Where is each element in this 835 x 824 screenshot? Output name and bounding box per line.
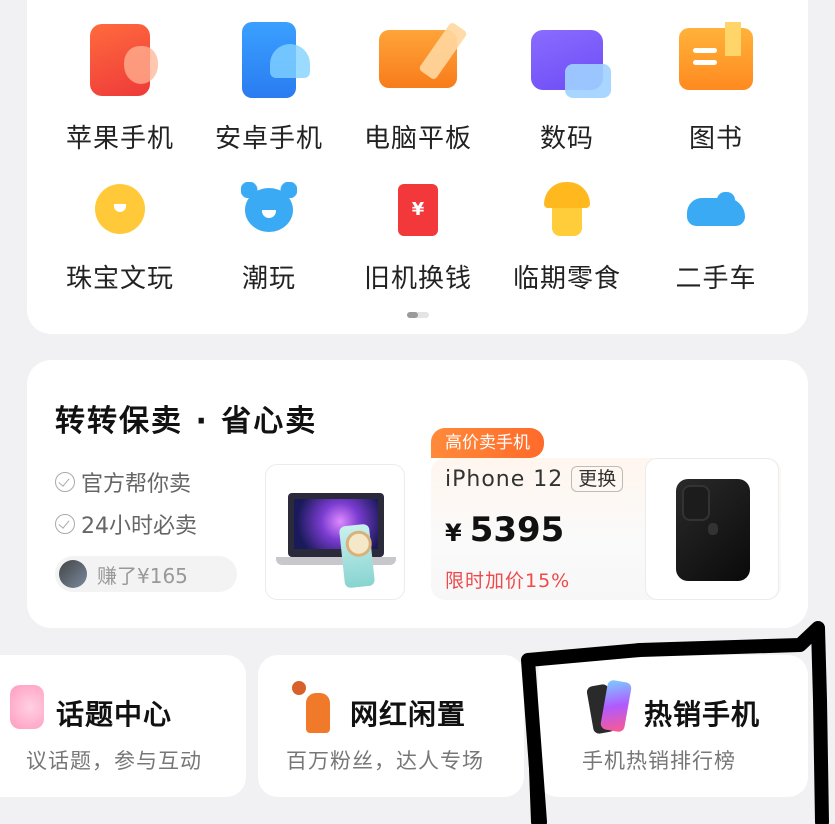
category-laptop-tablet[interactable]: 电脑平板: [343, 24, 493, 154]
tile-hot-phones[interactable]: 热销手机 手机热销排行榜: [538, 655, 808, 797]
android-phone-icon: [242, 22, 310, 98]
category-books[interactable]: 图书: [641, 22, 791, 154]
model-name: iPhone 12: [445, 466, 564, 492]
category-label: 潮玩: [241, 264, 296, 294]
iphone-image: [676, 479, 750, 581]
category-apple-phone[interactable]: 苹果手机: [45, 24, 195, 154]
check-circle-icon: [55, 472, 75, 492]
tile-title: 热销手机: [644, 698, 761, 731]
category-label: 珠宝文玩: [65, 264, 174, 294]
feature-item: 官方帮你卖: [55, 466, 191, 498]
category-label: 数码: [539, 124, 594, 154]
feature-item: 24小时必卖: [55, 508, 197, 540]
tile-topic-center[interactable]: 话题中心 议话题，参与互动: [0, 655, 246, 797]
category-label: 二手车: [675, 264, 757, 294]
camera-image: [338, 523, 376, 589]
promo-text: 限时加价15%: [445, 570, 571, 592]
car-icon: [687, 192, 745, 232]
earned-text: 赚了¥165: [97, 563, 188, 588]
category-label: 图书: [688, 124, 743, 154]
swap-model-button[interactable]: 更换: [571, 466, 624, 492]
category-card: 苹果手机 安卓手机 电脑平板 数码 图书 珠宝文玩 潮玩 ¥ 旧机换钱 临期零食…: [27, 0, 808, 334]
laptop-tablet-icon: [379, 30, 457, 88]
category-android-phone[interactable]: 安卓手机: [194, 22, 344, 154]
sell-service-card[interactable]: 转转保卖 · 省心卖 官方帮你卖 24小时必卖 赚了¥165 高价卖手机 iPh…: [27, 360, 808, 628]
topic-icon: [10, 685, 44, 729]
book-icon: [679, 22, 753, 90]
category-trade-in[interactable]: ¥ 旧机换钱: [343, 184, 493, 294]
category-label: 苹果手机: [65, 124, 174, 154]
check-circle-icon: [55, 514, 75, 534]
digital-camera-icon: [531, 30, 611, 98]
product-thumbnail[interactable]: [265, 464, 405, 600]
sell-title: 转转保卖 · 省心卖: [55, 404, 318, 439]
feature-label: 官方帮你卖: [81, 472, 192, 497]
feature-label: 24小时必卖: [81, 514, 197, 539]
influencer-icon: [292, 679, 336, 735]
category-label: 旧机换钱: [363, 264, 472, 294]
tile-title: 网红闲置: [350, 698, 467, 731]
tile-influencer-idle[interactable]: 网红闲置 百万粉丝，达人专场: [258, 655, 524, 797]
category-snacks[interactable]: 临期零食: [492, 182, 642, 294]
offer-tag: 高价卖手机: [431, 428, 544, 458]
category-used-cars[interactable]: 二手车: [641, 184, 791, 294]
bear-toy-icon: [241, 182, 297, 232]
tile-subtitle: 手机热销排行榜: [582, 749, 736, 773]
apple-phone-icon: [90, 24, 158, 96]
tile-subtitle: 百万粉丝，达人专场: [286, 749, 484, 773]
snack-icon: [544, 182, 590, 236]
phone-model: iPhone 12 更换: [445, 466, 624, 492]
category-jewelry[interactable]: 珠宝文玩: [45, 184, 195, 294]
category-label: 临期零食: [512, 264, 621, 294]
avatar: [59, 560, 87, 588]
category-label: 安卓手机: [214, 124, 323, 154]
currency-symbol: ¥: [445, 519, 462, 547]
tile-subtitle: 议话题，参与互动: [26, 749, 202, 773]
price-value: 5395: [469, 510, 565, 550]
tile-title: 话题中心: [56, 698, 173, 731]
page-indicator: [407, 312, 429, 318]
category-trendy-toys[interactable]: 潮玩: [194, 182, 344, 294]
offer-price: ¥5395: [445, 510, 564, 550]
red-envelope-icon: ¥: [398, 184, 438, 236]
jewelry-icon: [95, 184, 145, 234]
phone-thumbnail[interactable]: [645, 458, 779, 600]
hot-phone-icon: [590, 681, 630, 735]
category-label: 电脑平板: [363, 124, 472, 154]
category-digital[interactable]: 数码: [492, 24, 642, 154]
earned-ticker: 赚了¥165: [55, 556, 237, 592]
